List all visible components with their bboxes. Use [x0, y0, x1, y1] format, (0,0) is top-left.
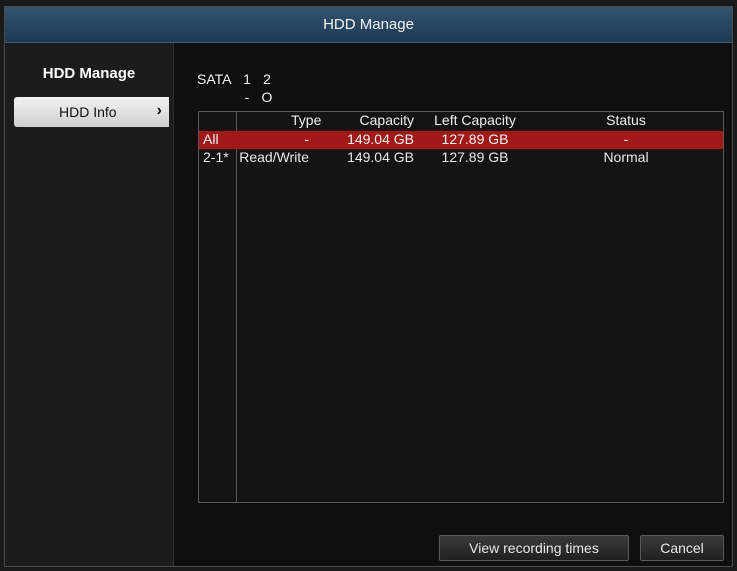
row-id: 2-1* [203, 149, 229, 165]
header-type: Type [291, 112, 322, 128]
table-row[interactable]: 2-1* Read/Write 149.04 GB 127.89 GB Norm… [199, 149, 723, 167]
sidebar-item-label: HDD Info [59, 104, 117, 120]
main-content: SATA 1 2 - O Type Capacity Left Capacity… [174, 43, 732, 566]
cancel-button[interactable]: Cancel [640, 535, 724, 561]
hdd-info-table: Type Capacity Left Capacity Status All -… [198, 111, 724, 503]
sata-port-1: 1 [243, 71, 251, 87]
row-left-capacity: 127.89 GB [441, 131, 509, 147]
row-type: - [304, 131, 309, 147]
row-capacity: 149.04 GB [347, 131, 414, 147]
sidebar-heading: HDD Manage [42, 65, 136, 82]
window-title-bar: HDD Manage [5, 7, 732, 43]
row-status: Normal [603, 149, 649, 165]
row-left-capacity: 127.89 GB [441, 149, 509, 165]
row-type: Read/Write [239, 149, 309, 165]
sata-port-2-status: O [261, 89, 273, 105]
column-divider [236, 112, 237, 502]
sidebar-item-hdd-info[interactable]: HDD Info › [14, 97, 169, 127]
window-title: HDD Manage [323, 16, 414, 33]
view-recording-times-button[interactable]: View recording times [439, 535, 629, 561]
row-id: All [203, 131, 219, 147]
sata-port-1-status: - [244, 89, 250, 105]
sidebar: HDD Manage HDD Info › [5, 43, 174, 566]
table-header: Type Capacity Left Capacity Status [199, 112, 723, 130]
sata-label: SATA [197, 71, 232, 87]
header-left-capacity: Left Capacity [434, 112, 516, 128]
row-capacity: 149.04 GB [347, 149, 414, 165]
header-status: Status [606, 112, 646, 128]
row-status: - [623, 131, 629, 147]
header-capacity: Capacity [359, 112, 414, 128]
chevron-right-icon: › [156, 102, 162, 119]
hdd-manage-window: HDD Manage HDD Manage HDD Info › SATA 1 … [4, 6, 733, 567]
sata-port-2: 2 [263, 71, 271, 87]
table-row[interactable]: All - 149.04 GB 127.89 GB - [199, 131, 723, 149]
